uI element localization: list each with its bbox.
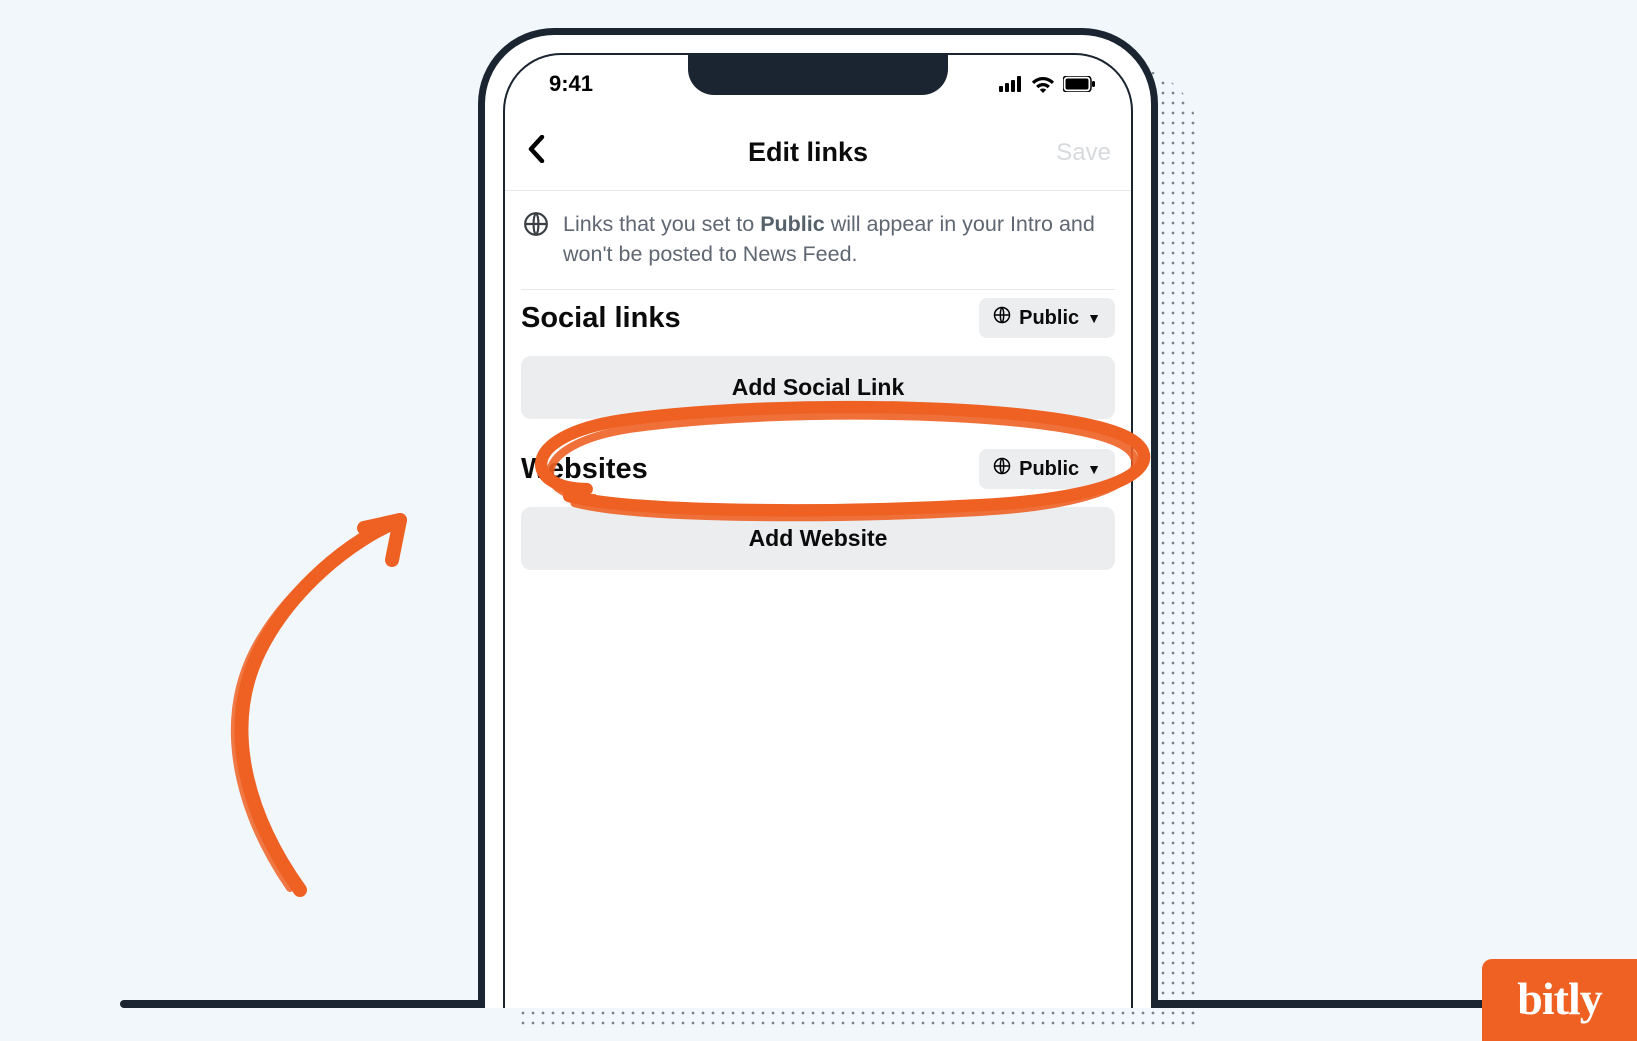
bitly-logo-text: bitly	[1517, 972, 1601, 1025]
app-header: Edit links Save	[505, 133, 1131, 190]
globe-icon	[523, 211, 549, 269]
status-time: 9:41	[549, 71, 593, 97]
privacy-selector-websites[interactable]: Public ▼	[979, 449, 1115, 489]
phone-notch	[688, 53, 948, 95]
battery-icon	[1063, 76, 1095, 92]
info-text: Links that you set to Public will appear…	[563, 209, 1113, 269]
add-website-button[interactable]: Add Website	[521, 507, 1115, 570]
info-banner: Links that you set to Public will appear…	[505, 191, 1131, 289]
add-social-link-button[interactable]: Add Social Link	[521, 356, 1115, 419]
caret-down-icon: ▼	[1087, 310, 1101, 326]
section-title-websites: Websites	[521, 453, 648, 486]
caret-down-icon: ▼	[1087, 461, 1101, 477]
cellular-signal-icon	[999, 76, 1023, 92]
info-prefix: Links that you set to	[563, 212, 760, 236]
privacy-selector-social[interactable]: Public ▼	[979, 298, 1115, 338]
privacy-label: Public	[1019, 458, 1079, 481]
phone-screen: 9:41 Edit links S	[503, 53, 1133, 1008]
globe-icon	[993, 306, 1011, 330]
section-head: Social links Public ▼	[521, 298, 1115, 338]
back-chevron-icon[interactable]	[519, 133, 579, 172]
privacy-label: Public	[1019, 307, 1079, 330]
phone-frame: 9:41 Edit links S	[478, 28, 1158, 1008]
phone-outer: 9:41 Edit links S	[478, 28, 1158, 1008]
section-websites: Websites Public ▼ Add Website	[505, 441, 1131, 592]
save-button[interactable]: Save	[1037, 139, 1117, 167]
section-social-links: Social links Public ▼ Add Social Link	[505, 290, 1131, 441]
globe-icon	[993, 457, 1011, 481]
page-title: Edit links	[579, 137, 1037, 168]
annotation-arrow	[190, 500, 450, 900]
status-right	[999, 75, 1095, 93]
section-head: Websites Public ▼	[521, 449, 1115, 489]
section-title-social: Social links	[521, 302, 681, 335]
wifi-icon	[1031, 75, 1055, 93]
info-bold: Public	[760, 212, 825, 236]
bitly-badge: bitly	[1482, 959, 1637, 1041]
